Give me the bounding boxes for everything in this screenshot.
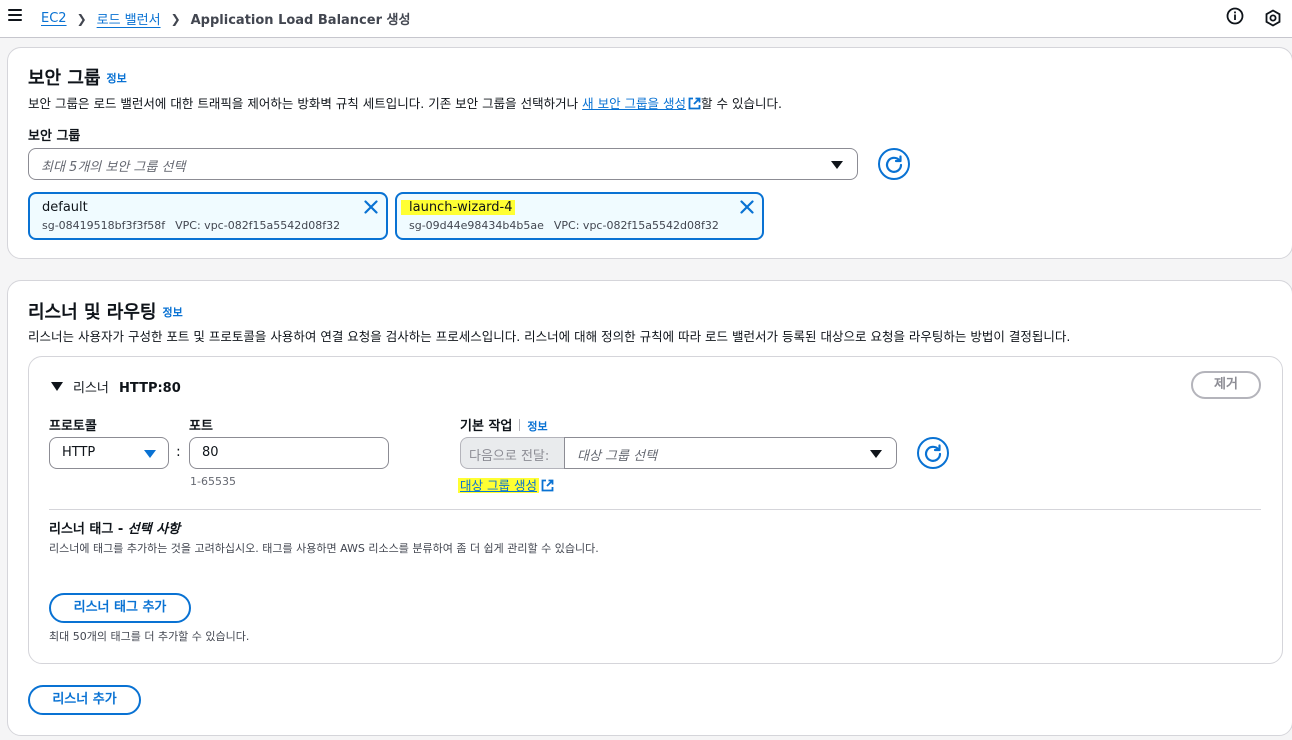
forward-to-prefix: 다음으로 전달:	[460, 437, 565, 469]
external-link-icon	[541, 479, 554, 492]
protocol-label: 프로토콜	[49, 419, 97, 434]
security-group-panel: 보안 그룹 정보 보안 그룹은 로드 밸런서에 대한 트래픽을 제어하는 방화벽 …	[7, 47, 1292, 259]
listener-http-80-container: 리스너 HTTP:80 제거 프로토콜 HTTP : 포트 80 1-65535…	[28, 356, 1283, 664]
info-circle-icon[interactable]	[1226, 7, 1244, 25]
port-label: 포트	[189, 419, 213, 434]
token-name: default	[42, 200, 88, 215]
default-action-info-link[interactable]: 정보	[527, 420, 547, 433]
listeners-routing-panel: 리스너 및 라우팅 정보 리스너는 사용자가 구성한 포트 및 프로토콜을 사용하…	[7, 280, 1292, 736]
external-link-icon	[688, 97, 701, 110]
refresh-icon	[924, 444, 942, 462]
add-listener-tag-button[interactable]: 리스너 태그 추가	[49, 593, 191, 623]
add-listener-button[interactable]: 리스너 추가	[28, 685, 141, 715]
create-security-group-link[interactable]: 새 보안 그룹을 생성	[582, 96, 686, 111]
divider	[49, 509, 1261, 510]
breadcrumb-ec2[interactable]: EC2	[41, 11, 67, 26]
caret-down-icon	[144, 450, 156, 458]
token-details: sg-08419518bf3f3f58f VPC: vpc-082f15a5542…	[42, 219, 341, 232]
close-icon[interactable]	[740, 200, 754, 214]
security-group-field-label: 보안 그룹	[28, 129, 81, 144]
token-details: sg-09d44e98434b4b5ae VPC: vpc-082f15a5542…	[409, 219, 719, 232]
hexagon-settings-icon[interactable]	[1264, 9, 1282, 27]
default-action-label: 기본 작업	[460, 419, 513, 434]
close-icon[interactable]	[364, 200, 378, 214]
breadcrumb-load-balancers[interactable]: 로드 밸런서	[97, 9, 161, 28]
listener-tags-optional: 선택 사항	[127, 522, 181, 537]
top-navigation-bar: EC2 ❯ 로드 밸런서 ❯ Application Load Balancer…	[0, 0, 1292, 38]
chevron-right-icon: ❯	[76, 11, 87, 26]
security-group-title: 보안 그룹	[28, 68, 101, 89]
listeners-description: 리스너는 사용자가 구성한 포트 및 프로토콜을 사용하여 연결 요청을 검사하…	[28, 329, 1071, 344]
caret-down-icon	[831, 161, 843, 169]
tag-limit-hint: 최대 50개의 태그를 더 추가할 수 있습니다.	[49, 630, 250, 643]
refresh-icon	[885, 155, 903, 173]
listener-tags-title: 리스너 태그 -	[49, 522, 128, 537]
refresh-security-groups-button[interactable]	[878, 148, 910, 180]
port-input[interactable]: 80	[189, 437, 389, 469]
security-group-info-link[interactable]: 정보	[107, 72, 127, 85]
caret-down-icon	[51, 382, 63, 391]
chevron-right-icon: ❯	[170, 11, 181, 26]
breadcrumb-current: Application Load Balancer 생성	[190, 13, 411, 28]
protocol-port-separator: :	[176, 444, 181, 460]
refresh-target-groups-button[interactable]	[917, 437, 949, 469]
remove-listener-button[interactable]: 제거	[1191, 371, 1261, 399]
port-value: 80	[202, 445, 219, 460]
port-range-hint: 1-65535	[190, 475, 236, 488]
security-group-select[interactable]: 최대 5개의 보안 그룹 선택	[28, 148, 858, 180]
listener-header[interactable]: 리스너 HTTP:80	[51, 377, 181, 396]
breadcrumb: EC2 ❯ 로드 밸런서 ❯ Application Load Balancer…	[41, 9, 410, 28]
listeners-title: 리스너 및 라우팅	[28, 302, 157, 323]
caret-down-icon	[870, 450, 882, 458]
listener-name: HTTP:80	[119, 381, 181, 396]
listener-tags-description: 리스너에 태그를 추가하는 것을 고려하십시오. 태그를 사용하면 AWS 리소…	[49, 542, 599, 555]
token-name: launch-wizard-4	[401, 200, 515, 215]
listeners-info-link[interactable]: 정보	[162, 306, 182, 319]
security-group-token-default: default sg-08419518bf3f3f58f VPC: vpc-082…	[28, 192, 388, 240]
security-group-token-launch-wizard-4: launch-wizard-4 sg-09d44e98434b4b5ae VPC:…	[395, 192, 764, 240]
security-group-description: 보안 그룹은 로드 밸런서에 대한 트래픽을 제어하는 방화벽 규칙 세트입니다…	[28, 96, 782, 111]
create-target-group-link[interactable]: 대상 그룹 생성	[458, 478, 539, 493]
security-group-placeholder: 최대 5개의 보안 그룹 선택	[41, 160, 186, 175]
hamburger-icon[interactable]	[8, 9, 22, 23]
listener-prefix: 리스너	[73, 381, 109, 396]
protocol-select[interactable]: HTTP	[49, 437, 169, 469]
target-group-placeholder: 대상 그룹 선택	[577, 449, 658, 464]
target-group-select[interactable]: 대상 그룹 선택	[564, 437, 897, 469]
protocol-value: HTTP	[62, 445, 96, 460]
